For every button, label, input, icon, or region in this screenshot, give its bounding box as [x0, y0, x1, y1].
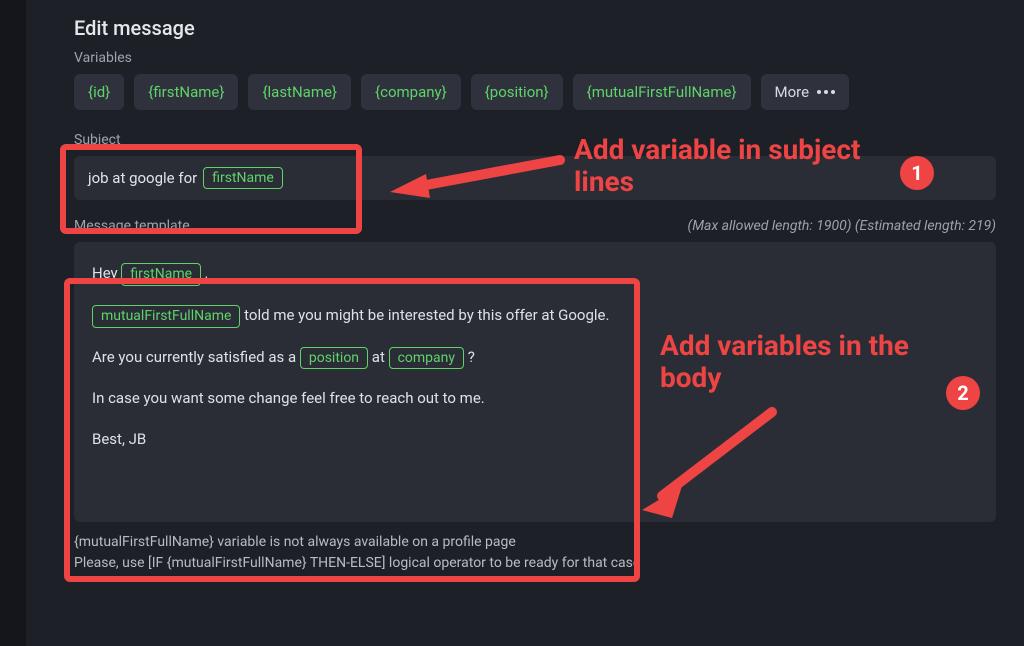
variable-chip-mutual-first-full-name[interactable]: {mutualFirstFullName} — [573, 74, 751, 110]
subject-label: Subject — [74, 132, 996, 148]
variable-chip-id[interactable]: {id} — [74, 74, 124, 110]
more-dots-icon — [817, 90, 835, 94]
variables-label: Variables — [74, 50, 996, 66]
message-line-1: Hey firstName , — [92, 262, 978, 286]
token-position[interactable]: position — [300, 347, 368, 370]
edit-message-panel: Edit message Variables {id} {firstName} … — [26, 0, 1024, 646]
variable-chip-last-name[interactable]: {lastName} — [248, 74, 351, 110]
subject-input[interactable]: job at google for firstName — [74, 156, 996, 200]
footnote-line-2: Please, use [IF {mutualFirstFullName} TH… — [74, 553, 996, 574]
msg-text: at — [372, 348, 385, 366]
variable-chips-row: {id} {firstName} {lastName} {company} {p… — [74, 74, 996, 110]
token-company[interactable]: company — [389, 347, 464, 370]
panel-title: Edit message — [74, 16, 996, 40]
token-first-name[interactable]: firstName — [121, 263, 201, 286]
subject-block: Subject job at google for firstName — [74, 132, 996, 200]
subject-token-first-name[interactable]: firstName — [203, 167, 283, 190]
message-line-2: mutualFirstFullName told me you might be… — [92, 304, 978, 328]
variable-chip-first-name[interactable]: {firstName} — [134, 74, 238, 110]
message-line-3: Are you currently satisfied as a positio… — [92, 346, 978, 370]
more-variables-button[interactable]: More — [761, 74, 850, 110]
msg-text: Are you currently satisfied as a — [92, 348, 296, 366]
subject-text: job at google for — [88, 169, 197, 187]
more-label: More — [775, 83, 810, 101]
msg-text: Hey — [92, 264, 118, 282]
message-body-editor[interactable]: Hey firstName , mutualFirstFullName told… — [74, 242, 996, 522]
footnote-line-1: {mutualFirstFullName} variable is not al… — [74, 532, 996, 553]
msg-text: ? — [468, 348, 475, 366]
message-length-meta: (Max allowed length: 1900) (Estimated le… — [688, 218, 996, 234]
message-line-5: Best, JB — [92, 428, 978, 451]
token-mutual-first-full-name[interactable]: mutualFirstFullName — [92, 305, 240, 328]
msg-text: told me you might be interested by this … — [244, 306, 609, 324]
variable-chip-company[interactable]: {company} — [361, 74, 461, 110]
message-line-4: In case you want some change feel free t… — [92, 387, 978, 410]
message-template-label: Message template — [74, 218, 190, 234]
left-gutter — [0, 0, 26, 646]
footnote: {mutualFirstFullName} variable is not al… — [74, 532, 996, 574]
message-header: Message template (Max allowed length: 19… — [74, 218, 996, 234]
msg-text: , — [205, 264, 208, 282]
variable-chip-position[interactable]: {position} — [471, 74, 563, 110]
